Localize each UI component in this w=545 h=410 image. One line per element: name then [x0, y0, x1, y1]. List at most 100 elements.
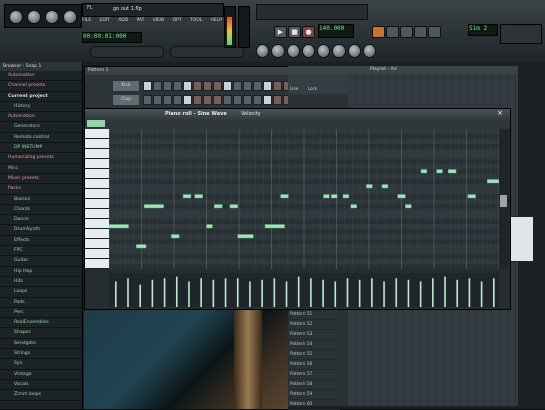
browser-item[interactable]: FPC	[0, 246, 82, 257]
playlist-track-label[interactable]: Pattern 57	[288, 370, 340, 380]
browser-item[interactable]: Mixer presets	[0, 174, 82, 185]
vertical-scrollbar[interactable]	[499, 129, 509, 269]
note[interactable]	[397, 194, 406, 199]
piano-keyboard[interactable]	[85, 129, 109, 269]
pattern-selector[interactable]	[90, 46, 164, 58]
velocity-bar[interactable]	[261, 279, 263, 307]
note[interactable]	[342, 194, 350, 199]
velocity-bar[interactable]	[322, 279, 324, 307]
menu-tool[interactable]: TOOL	[190, 18, 202, 28]
note[interactable]	[420, 169, 428, 174]
playlist-track-label[interactable]: Pattern 53	[288, 330, 340, 340]
note[interactable]	[366, 184, 373, 189]
playlist-scroll-handle[interactable]	[510, 216, 534, 262]
step-button[interactable]	[163, 81, 172, 91]
browser-item[interactable]: Humanizing presets	[0, 153, 82, 164]
velocity-bar[interactable]	[395, 278, 398, 307]
menu-opt[interactable]: OPT	[173, 18, 182, 28]
browser-item[interactable]: Packs	[0, 184, 82, 195]
browser-item[interactable]: History	[0, 102, 82, 113]
step-button[interactable]	[233, 81, 242, 91]
channel-clap[interactable]: Clap	[113, 95, 139, 105]
browser-item[interactable]: Syn	[0, 359, 82, 370]
browser-item[interactable]: Basses	[0, 195, 82, 205]
close-icon[interactable]: ×	[497, 109, 503, 117]
playlist-track-label[interactable]: Pattern 56	[288, 360, 340, 370]
step-button[interactable]	[173, 95, 182, 105]
stop-button[interactable]: ■	[288, 26, 301, 38]
master-volume-knob[interactable]	[9, 10, 23, 24]
browser-item[interactable]: Perc	[0, 308, 82, 319]
velocity-bar[interactable]	[115, 281, 117, 307]
velocity-bar[interactable]	[127, 278, 129, 307]
velocity-bar[interactable]	[175, 276, 178, 307]
slip-icon[interactable]	[332, 44, 346, 58]
velocity-bar[interactable]	[297, 276, 300, 307]
note[interactable]	[194, 194, 203, 199]
note[interactable]	[331, 194, 338, 199]
vertical-scroll-thumb[interactable]	[500, 195, 507, 207]
step-button[interactable]	[223, 95, 232, 105]
step-button[interactable]	[183, 81, 192, 91]
velocity-bar[interactable]	[151, 279, 154, 307]
browser-item[interactable]: Effects	[0, 236, 82, 247]
browser-item[interactable]: Vocals	[0, 380, 82, 391]
velocity-bar[interactable]	[200, 278, 202, 307]
velocity-bar[interactable]	[188, 281, 190, 307]
note[interactable]	[350, 204, 357, 209]
browser-item[interactable]: Remote control	[0, 133, 82, 144]
menu-add[interactable]: ADD	[118, 18, 128, 28]
velocity-bar[interactable]	[224, 278, 227, 307]
browser-item[interactable]: Zimm loops	[0, 390, 82, 401]
velocity-bar[interactable]	[407, 279, 410, 307]
step-button[interactable]	[213, 81, 222, 91]
velocity-bar[interactable]	[346, 278, 349, 307]
browser-item[interactable]: Hip Hop	[0, 267, 82, 277]
velocity-bar[interactable]	[432, 278, 434, 307]
stepseq-button[interactable]	[386, 26, 399, 38]
velocity-bar[interactable]	[493, 278, 495, 307]
note[interactable]	[405, 204, 412, 209]
note[interactable]	[237, 234, 254, 239]
playlist-button[interactable]	[372, 26, 385, 38]
browser-item[interactable]: Automation	[0, 71, 82, 82]
playlist-track-label[interactable]: Pattern 59	[288, 390, 340, 400]
playlist-track-label[interactable]: Pattern 55	[288, 350, 340, 360]
note[interactable]	[381, 184, 389, 189]
browser-item[interactable]: Shapes	[0, 328, 82, 339]
playlist-track-label[interactable]: Pattern 58	[288, 380, 340, 390]
note[interactable]	[323, 194, 330, 199]
step-button[interactable]	[233, 95, 242, 105]
velocity-bar[interactable]	[480, 281, 483, 307]
note[interactable]	[171, 234, 180, 239]
menu-edit[interactable]: EDIT	[100, 18, 110, 28]
playlist-track-label[interactable]: Pattern 54	[288, 340, 340, 350]
play-button[interactable]: ▶	[274, 26, 287, 38]
note[interactable]	[143, 204, 164, 209]
browser-item[interactable]: Generators	[0, 122, 82, 133]
note[interactable]	[487, 179, 499, 184]
step-button[interactable]	[173, 81, 182, 91]
browser-item[interactable]: Guitar	[0, 256, 82, 267]
note[interactable]	[229, 204, 238, 209]
menu-help[interactable]: HELP	[211, 18, 222, 28]
piano-keys[interactable]	[85, 129, 109, 269]
browser-item[interactable]: Misc	[0, 164, 82, 174]
zoom-icon[interactable]	[362, 44, 376, 58]
velocity-bar[interactable]	[456, 279, 459, 307]
note[interactable]	[264, 224, 285, 229]
piano-roll-menu-button[interactable]	[87, 120, 105, 127]
menu-pat[interactable]: PAT	[136, 18, 144, 28]
velocity-bar[interactable]	[383, 281, 385, 307]
step-button[interactable]	[193, 81, 202, 91]
menu-view[interactable]: VIEW	[153, 18, 165, 28]
note[interactable]	[182, 194, 192, 199]
velocity-bar[interactable]	[139, 284, 141, 307]
browser-button[interactable]	[414, 26, 427, 38]
mixer-button[interactable]	[428, 26, 441, 38]
velocity-bar[interactable]	[163, 278, 166, 307]
cut-icon[interactable]	[271, 44, 285, 58]
step-button[interactable]	[193, 95, 202, 105]
tempo-display[interactable]: 140.000	[318, 24, 354, 38]
velocity-bar[interactable]	[249, 281, 251, 307]
